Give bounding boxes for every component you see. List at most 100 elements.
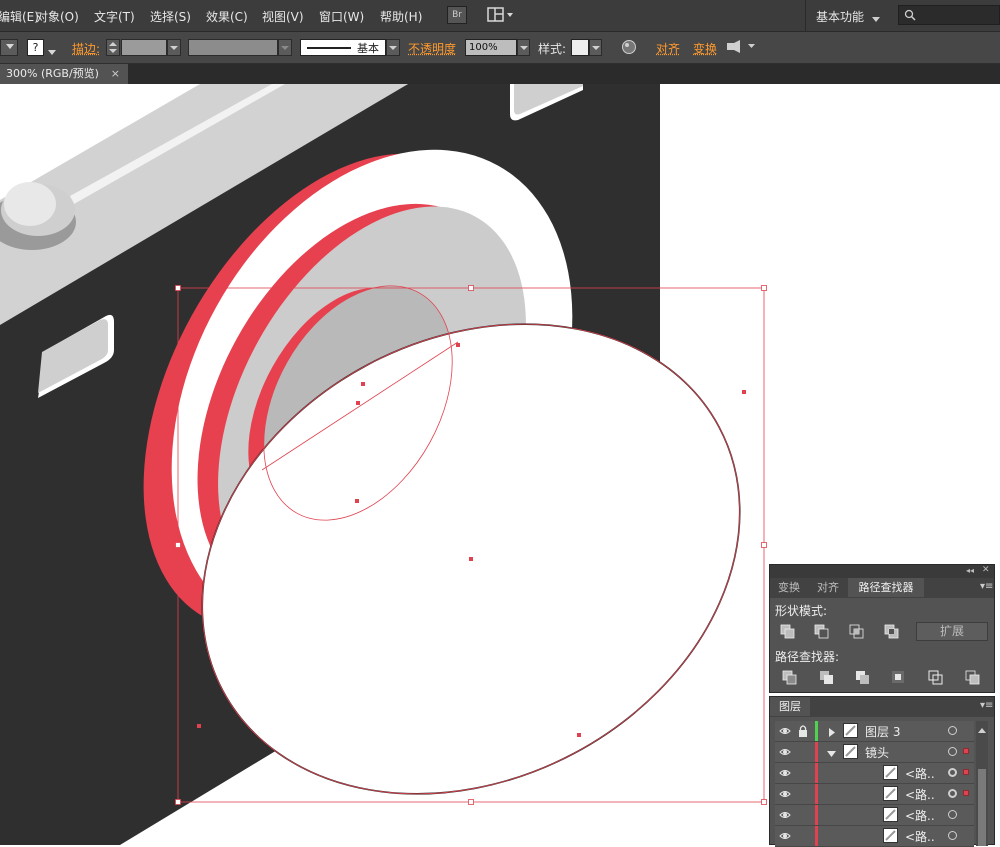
chevron-down-icon[interactable] <box>278 39 292 56</box>
intersect-icon[interactable] <box>848 623 866 641</box>
layer-row[interactable]: <路.. <box>775 805 974 826</box>
stroke-swatch[interactable]: ? <box>27 39 44 56</box>
chevron-down-icon[interactable] <box>386 39 400 56</box>
expand-down-icon[interactable] <box>827 747 836 761</box>
layers-scrollbar[interactable] <box>976 721 988 846</box>
chevron-up-icon[interactable] <box>978 723 986 737</box>
target-icon[interactable] <box>948 831 957 840</box>
menu-effect[interactable]: 效果(C) <box>206 8 248 25</box>
layer-row[interactable]: <路.. <box>775 784 974 805</box>
menu-window[interactable]: 窗口(W) <box>319 8 364 25</box>
divide-icon[interactable] <box>781 669 799 687</box>
outline-icon[interactable] <box>927 669 945 687</box>
menu-view[interactable]: 视图(V) <box>262 8 304 25</box>
layer-thumbnail <box>883 807 898 822</box>
menu-edit[interactable]: 编辑(E) <box>0 8 39 25</box>
shutter-top <box>4 182 56 226</box>
layer-row[interactable]: 镜头 <box>775 742 974 763</box>
trim-icon[interactable] <box>818 669 836 687</box>
exclude-icon[interactable] <box>883 623 901 641</box>
align-link[interactable]: 对齐 <box>656 40 680 57</box>
layer-color-bar <box>815 805 818 825</box>
tab-transform[interactable]: 变换 <box>770 578 808 597</box>
tab-layers[interactable]: 图层 <box>770 697 810 716</box>
menu-object[interactable]: 对象(O) <box>36 8 79 25</box>
unite-icon[interactable] <box>779 623 797 641</box>
target-icon[interactable] <box>948 726 957 735</box>
search-input[interactable] <box>898 5 1000 25</box>
close-icon[interactable]: × <box>111 64 120 84</box>
scrollbar-thumb[interactable] <box>978 769 986 846</box>
layer-color-bar <box>815 721 818 741</box>
opacity-label[interactable]: 不透明度 <box>408 40 456 57</box>
visibility-eye-icon[interactable] <box>779 767 791 779</box>
visibility-eye-icon[interactable] <box>779 830 791 842</box>
target-icon[interactable] <box>948 747 957 756</box>
expand-button[interactable]: 扩展 <box>916 622 988 641</box>
graphic-style-swatch[interactable] <box>571 39 589 56</box>
layer-row[interactable]: <路.. <box>775 826 974 847</box>
close-icon[interactable]: ✕ <box>982 565 990 575</box>
lock-toggle[interactable] <box>797 787 811 801</box>
tab-align[interactable]: 对齐 <box>809 578 847 597</box>
isolate-icon[interactable] <box>726 40 756 57</box>
panel-menu-icon[interactable]: ▾≡ <box>980 700 993 711</box>
transform-link[interactable]: 变换 <box>693 40 717 57</box>
lock-toggle[interactable] <box>797 808 811 822</box>
merge-icon[interactable] <box>854 669 872 687</box>
target-icon[interactable] <box>948 810 957 819</box>
shape-modes-title: 形状模式: <box>775 604 828 618</box>
minus-back-icon[interactable] <box>964 669 982 687</box>
panel-menu-icon[interactable]: ▾≡ <box>980 581 993 592</box>
chevron-down-icon[interactable] <box>48 45 56 59</box>
bridge-button[interactable]: Br <box>447 6 467 24</box>
tab-pathfinder[interactable]: 路径查找器 <box>848 578 924 597</box>
lock-toggle[interactable] <box>797 829 811 843</box>
lock-toggle[interactable] <box>797 766 811 780</box>
fill-swatch[interactable] <box>0 39 18 56</box>
expand-right-icon[interactable] <box>827 726 836 740</box>
chevron-down-icon[interactable] <box>517 39 530 56</box>
document-tab-bar: 300% (RGB/预览) × <box>0 64 1000 84</box>
menu-bar: 编辑(E) 对象(O) 文字(T) 选择(S) 效果(C) 视图(V) 窗口(W… <box>0 0 1000 32</box>
minus-front-icon[interactable] <box>813 623 831 641</box>
layer-row[interactable]: <路.. <box>775 763 974 784</box>
recolor-artwork-icon[interactable] <box>621 39 637 58</box>
layer-name: <路.. <box>905 830 935 844</box>
stroke-weight-field[interactable] <box>121 39 167 56</box>
layer-name: <路.. <box>905 767 935 781</box>
crop-icon[interactable] <box>890 669 908 687</box>
selection-indicator[interactable] <box>963 769 969 775</box>
layer-thumbnail <box>883 828 898 843</box>
chevron-down-icon[interactable] <box>589 39 602 56</box>
visibility-eye-icon[interactable] <box>779 725 791 737</box>
menu-type[interactable]: 文字(T) <box>94 8 135 25</box>
stroke-label[interactable]: 描边: <box>72 40 100 57</box>
lock-toggle[interactable] <box>797 745 811 759</box>
layer-color-bar <box>815 742 818 762</box>
collapse-icon[interactable]: ◂◂ <box>966 566 974 575</box>
divider <box>805 0 806 31</box>
menu-help[interactable]: 帮助(H) <box>380 8 422 25</box>
brush-definition[interactable]: 基本 <box>300 39 386 56</box>
target-icon[interactable] <box>948 789 957 798</box>
stroke-line-preview <box>307 47 351 49</box>
layer-row[interactable]: 图层 3 <box>775 721 974 742</box>
workspace-switcher[interactable]: 基本功能 <box>816 8 864 25</box>
stroke-weight-stepper[interactable] <box>106 39 120 56</box>
chevron-down-icon[interactable] <box>167 39 181 56</box>
lock-icon[interactable] <box>797 724 811 738</box>
arrange-documents-icon[interactable] <box>487 7 515 23</box>
panel-titlebar[interactable]: ◂◂ ✕ <box>770 565 994 578</box>
document-tab[interactable]: 300% (RGB/预览) × <box>0 64 128 84</box>
variable-width-profile[interactable] <box>188 39 278 56</box>
visibility-eye-icon[interactable] <box>779 788 791 800</box>
menu-select[interactable]: 选择(S) <box>150 8 191 25</box>
target-icon[interactable] <box>948 768 957 777</box>
selection-indicator[interactable] <box>963 790 969 796</box>
opacity-field[interactable]: 100% <box>465 39 517 56</box>
visibility-eye-icon[interactable] <box>779 746 791 758</box>
selection-indicator[interactable] <box>963 748 969 754</box>
layer-thumbnail <box>883 765 898 780</box>
visibility-eye-icon[interactable] <box>779 809 791 821</box>
